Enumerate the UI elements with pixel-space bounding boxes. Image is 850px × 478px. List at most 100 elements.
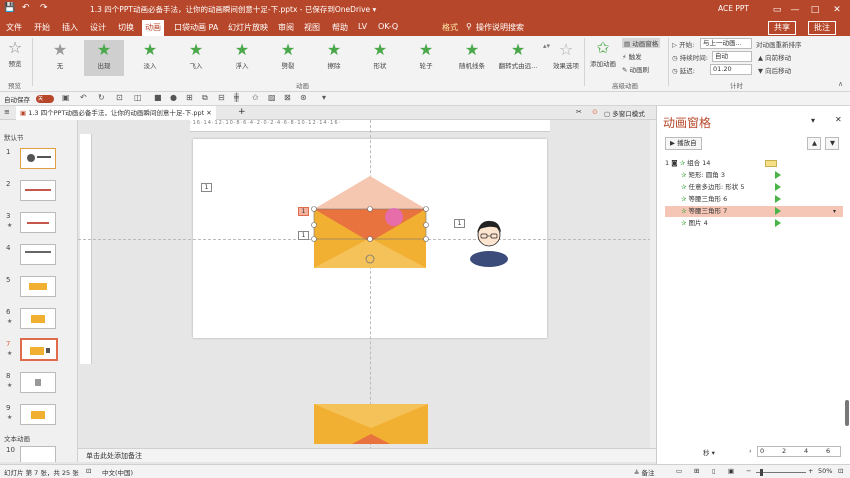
sidebar-toggle-icon[interactable]: ≡ <box>4 108 10 116</box>
comment-button[interactable]: 批注 <box>808 21 836 35</box>
effect-none[interactable]: ★ 无 <box>40 40 80 70</box>
effect-float-in[interactable]: ★ 浮入 <box>222 40 262 70</box>
animation-painter-button[interactable]: ✎ 动画刷 <box>622 64 649 74</box>
tab-insert[interactable]: 插入 <box>62 22 78 33</box>
user-name[interactable]: ACE PPT <box>718 4 749 13</box>
tab-view[interactable]: 视图 <box>304 22 320 33</box>
animation-tag-selected[interactable]: 1 <box>298 207 309 216</box>
fit-to-window-icon[interactable]: ⊡ <box>838 467 843 475</box>
row-dropdown-icon[interactable]: ▾ <box>833 206 836 217</box>
slide-thumbnail-selected[interactable] <box>20 338 58 361</box>
present-icon[interactable]: ⊡ <box>116 93 123 102</box>
slideshow-icon[interactable]: ▣ <box>728 467 734 475</box>
resize-handle[interactable] <box>367 236 373 242</box>
minimize-icon[interactable]: — <box>786 2 804 18</box>
effect-fade[interactable]: ★ 淡入 <box>130 40 170 70</box>
effect-fly-in[interactable]: ★ 飞入 <box>176 40 216 70</box>
redo-icon[interactable]: ↷ <box>40 3 48 13</box>
tab-transitions[interactable]: 切换 <box>118 22 134 33</box>
ribbon-display-icon[interactable]: ▭ <box>768 2 786 18</box>
redo-icon[interactable]: ↻ <box>98 93 105 102</box>
animation-row[interactable]: ✰ 矩形: 圆角 3 <box>665 170 843 181</box>
resize-handle[interactable] <box>367 206 373 212</box>
tab-format[interactable]: 格式 <box>442 22 458 33</box>
format-icon[interactable]: ⊠ <box>284 93 291 102</box>
slide-thumbnail[interactable] <box>20 372 56 393</box>
resize-handle[interactable] <box>311 236 317 242</box>
slide-thumbnail[interactable] <box>20 308 56 329</box>
tab-help[interactable]: 帮助 <box>332 22 348 33</box>
new-tab-icon[interactable]: + <box>238 107 246 117</box>
zoom-out-icon[interactable]: − <box>746 467 751 475</box>
move-down-icon[interactable]: ▼ <box>825 137 839 150</box>
animation-row[interactable]: ✰ 等腰三角形 6 <box>665 194 843 205</box>
resize-handle[interactable] <box>423 236 429 242</box>
pane-close-icon[interactable]: ✕ <box>835 115 842 124</box>
slide-thumbnail[interactable] <box>20 446 56 462</box>
tools-icon[interactable]: ✂ <box>576 108 582 116</box>
record-icon[interactable]: ⊙ <box>592 108 598 116</box>
resize-handle[interactable] <box>311 222 317 228</box>
zoom-slider-thumb[interactable] <box>760 469 763 476</box>
effect-wipe[interactable]: ★ 擦除 <box>314 40 354 70</box>
spellcheck-icon[interactable]: ⊡ <box>86 467 91 475</box>
preview-button[interactable]: ☆ 预览 <box>4 38 26 68</box>
pane-options-icon[interactable]: ▾ <box>811 116 815 125</box>
animation-tag[interactable]: 1 <box>201 183 212 192</box>
search-input[interactable]: 操作说明搜索 <box>476 22 524 33</box>
zoom-level[interactable]: 50% <box>818 467 832 475</box>
seconds-dropdown[interactable]: 秒 ▾ <box>703 447 715 457</box>
effect-random-bars[interactable]: ★ 随机线条 <box>452 40 492 70</box>
move-later-button[interactable]: ▼ 向后移动 <box>758 65 791 75</box>
effect-shape[interactable]: ★ 形状 <box>360 40 400 70</box>
star-icon[interactable]: ✩ <box>252 93 259 102</box>
animation-row[interactable]: ✰ 任意多边形: 形状 5 <box>665 182 843 193</box>
trigger-button[interactable]: ⚡ 触发 <box>622 51 642 61</box>
envelope-graphic[interactable] <box>300 170 440 275</box>
crop-icon[interactable]: ⊞ <box>186 93 193 102</box>
zoom-slider[interactable] <box>756 472 806 473</box>
slide-thumbnail[interactable] <box>20 276 56 297</box>
play-from-button[interactable]: ▶ 播放自 <box>665 137 702 150</box>
effect-wheel[interactable]: ★ 轮子 <box>406 40 446 70</box>
align-center-icon[interactable]: ╪ <box>234 93 239 102</box>
animation-row[interactable]: 1 ◙ ✰ 组合 14 <box>665 158 843 169</box>
effect-split[interactable]: ★ 劈裂 <box>268 40 308 70</box>
collapse-ribbon-icon[interactable]: ∧ <box>838 80 843 88</box>
close-icon[interactable]: ✕ <box>828 2 846 18</box>
tab-lv[interactable]: LV <box>358 22 367 31</box>
language[interactable]: 中文(中国) <box>102 467 133 477</box>
tab-file[interactable]: 文件 <box>6 22 22 33</box>
animation-tag[interactable]: 1 <box>454 219 465 228</box>
tab-design[interactable]: 设计 <box>90 22 106 33</box>
tab-home[interactable]: 开始 <box>34 22 50 33</box>
image-icon[interactable]: ▨ <box>268 93 276 102</box>
move-earlier-button[interactable]: ▲ 向前移动 <box>758 52 791 62</box>
effect-appear[interactable]: ★ 出现 <box>84 40 124 76</box>
maximize-icon[interactable]: □ <box>806 2 824 18</box>
timeline-scale[interactable]: 0 2 4 6 <box>757 446 841 457</box>
customize-icon[interactable]: ▾ <box>322 93 326 102</box>
circle-icon[interactable]: ● <box>170 93 177 102</box>
tab-animations[interactable]: 动画 <box>142 20 164 36</box>
align-icon[interactable]: ◫ <box>134 93 142 102</box>
undo-icon[interactable]: ↶ <box>80 93 87 102</box>
offslide-envelope[interactable] <box>314 404 428 444</box>
distribute-icon[interactable]: ⊟ <box>218 93 225 102</box>
animation-pane-button[interactable]: ▤ 动画窗格 <box>622 38 661 48</box>
animation-row-selected[interactable]: ✰ 等腰三角形 7 ▾ <box>665 206 843 217</box>
add-animation-button[interactable]: ✩ 添加动画 <box>588 38 618 68</box>
document-tab[interactable]: ▣ 1.3 四个PPT动画必备手法，让你的动画瞬间创意十足-下.ppt ✕ <box>16 106 216 120</box>
shape-icon[interactable]: ■ <box>154 93 162 102</box>
reading-view-icon[interactable]: ▯ <box>712 467 716 475</box>
timeline-left-icon[interactable]: ‹ <box>749 447 752 455</box>
resize-handle[interactable] <box>311 206 317 212</box>
share-button[interactable]: 共享 <box>768 21 796 35</box>
delay-input[interactable]: 01.20 <box>710 64 752 75</box>
undo-icon[interactable]: ↶ <box>22 3 30 13</box>
notes-area[interactable]: 单击此处添加备注 <box>78 448 656 462</box>
resize-handle[interactable] <box>423 222 429 228</box>
normal-view-icon[interactable]: ▭ <box>676 467 682 475</box>
slide-thumbnail[interactable] <box>20 180 56 201</box>
resize-handle[interactable] <box>423 206 429 212</box>
